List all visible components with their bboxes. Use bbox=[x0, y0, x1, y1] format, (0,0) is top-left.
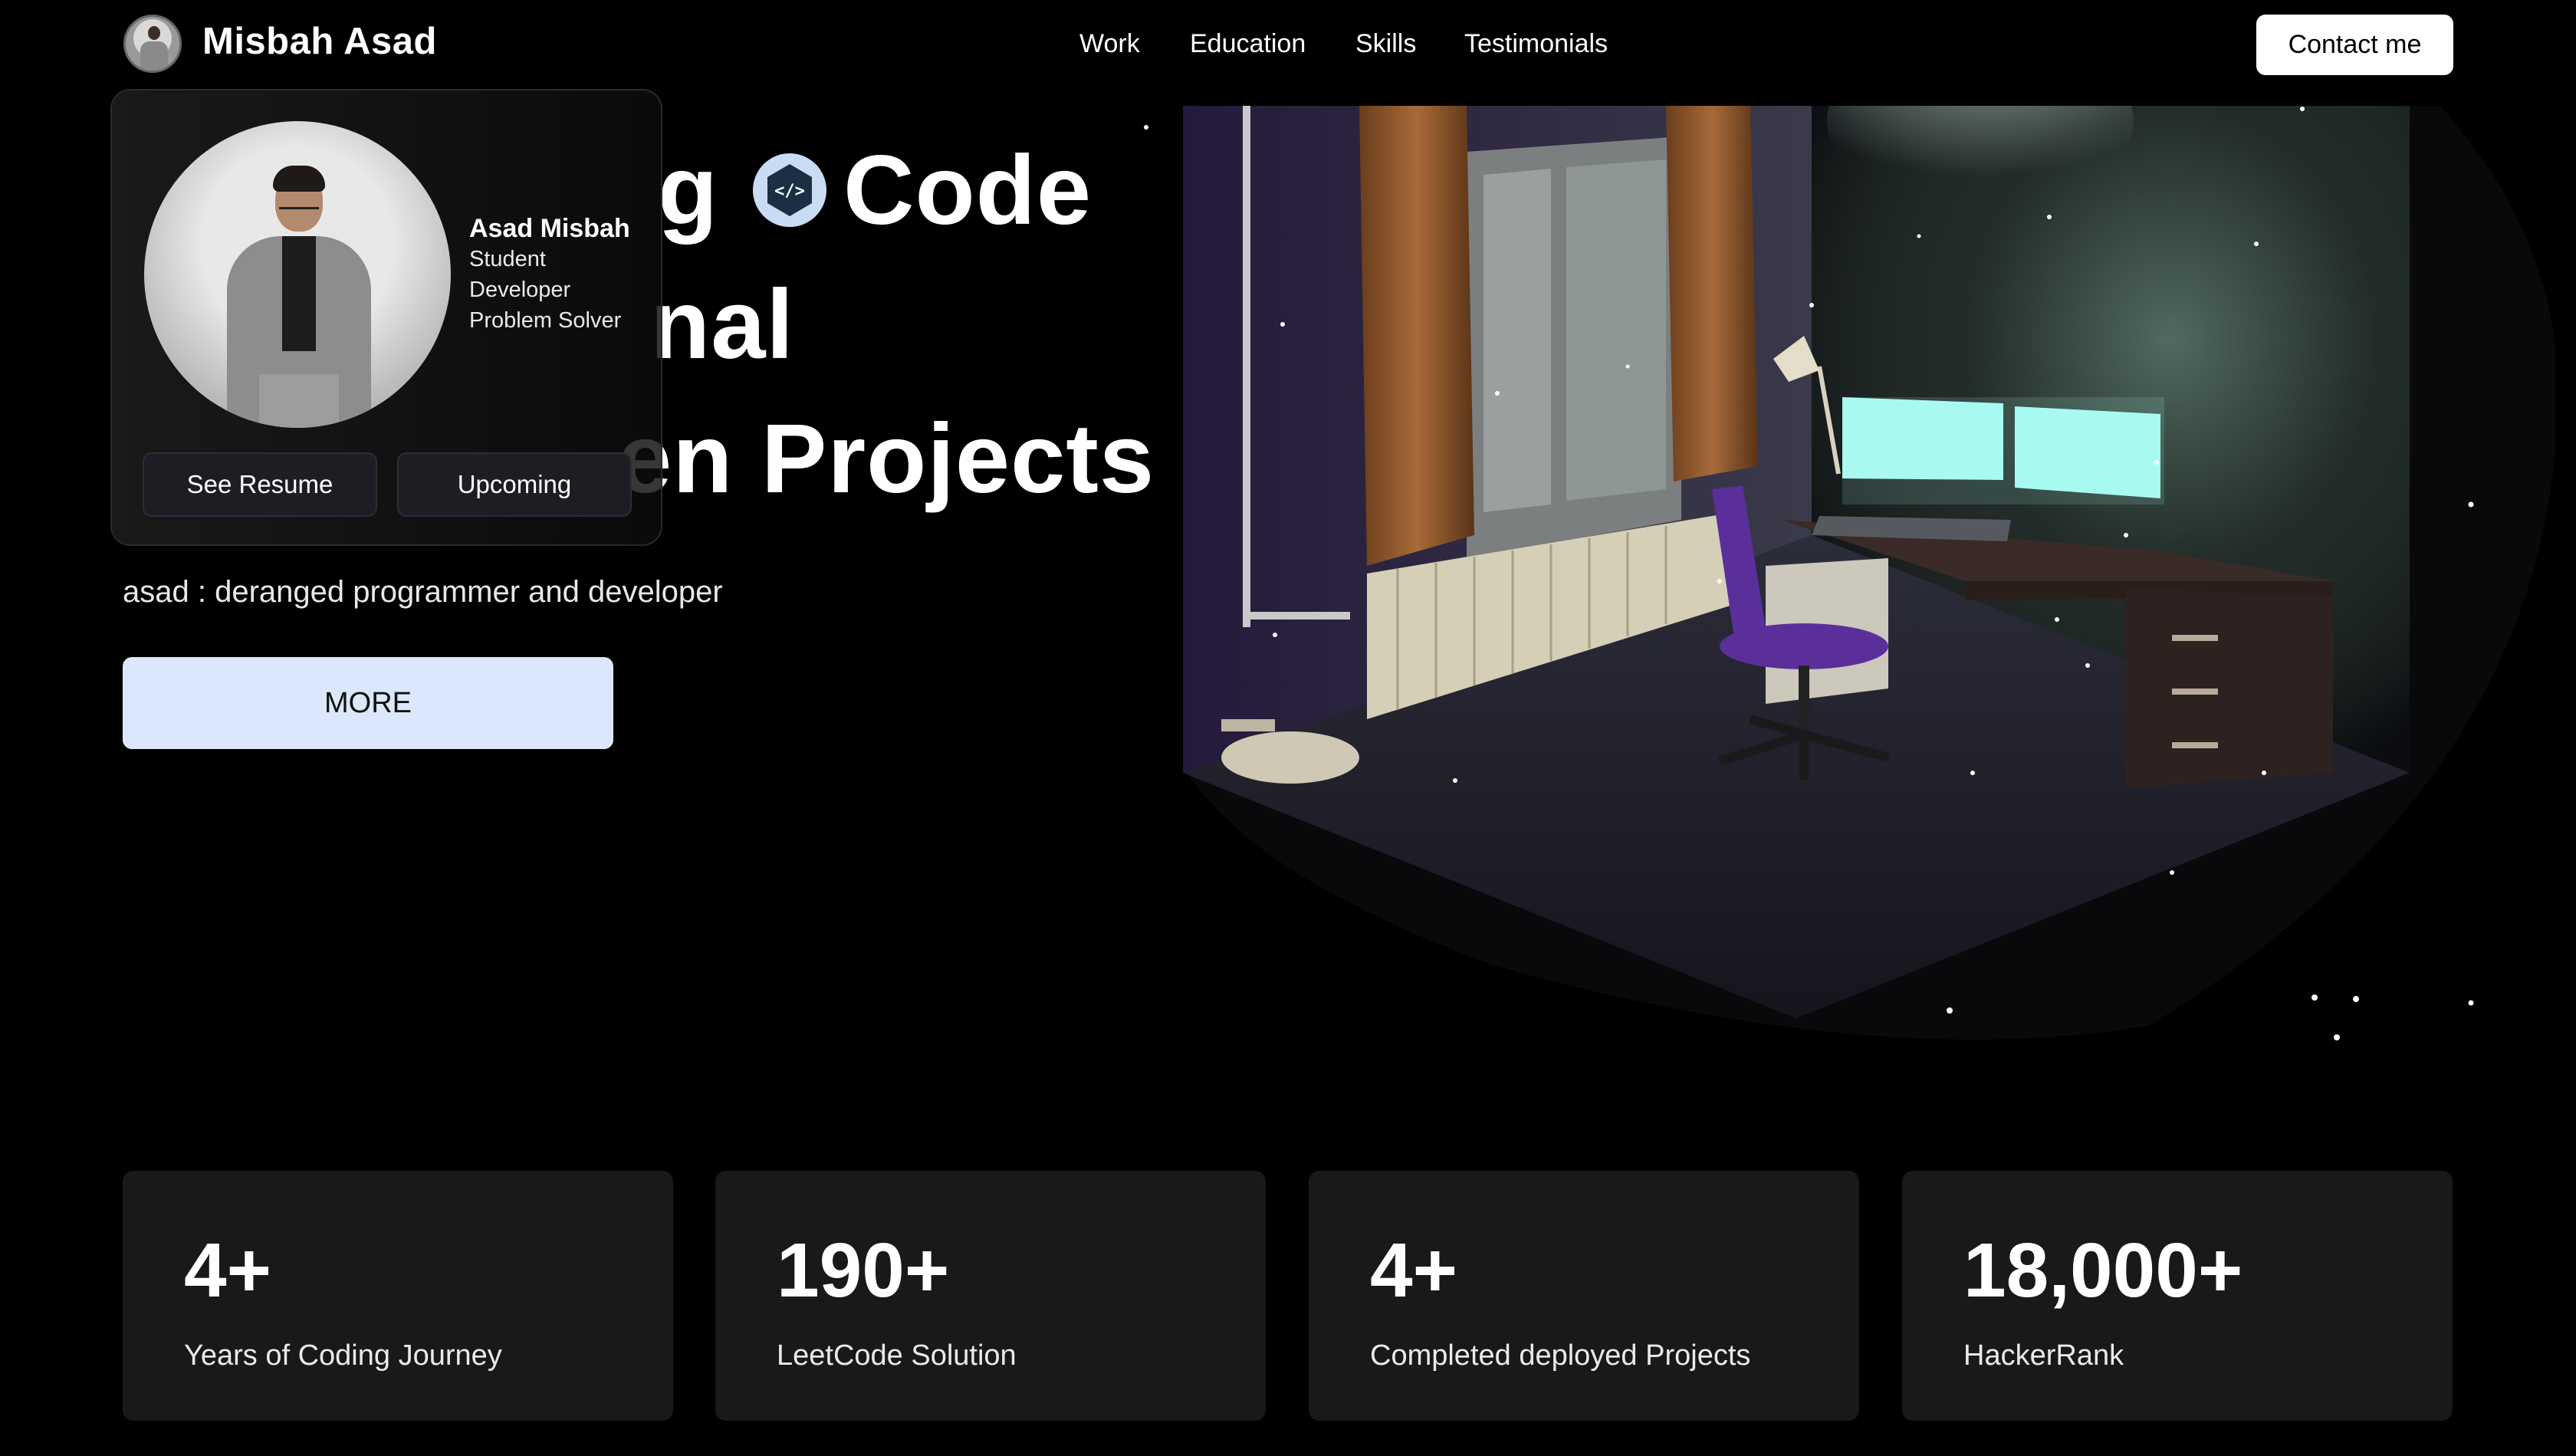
stat-value: 4+ bbox=[184, 1228, 272, 1313]
profile-role-student: Student bbox=[469, 247, 546, 271]
profile-name: Asad Misbah bbox=[469, 214, 630, 243]
brand-name[interactable]: Misbah Asad bbox=[202, 23, 437, 61]
profile-hover-card: Asad Misbah Student Developer Problem So… bbox=[110, 89, 662, 546]
stat-value: 190+ bbox=[777, 1228, 950, 1313]
svg-text:</>: </> bbox=[774, 182, 805, 201]
hero-tagline: asad : deranged programmer and developer bbox=[123, 575, 723, 609]
stat-label: HackerRank bbox=[1963, 1339, 2124, 1372]
hero-line-1-code: Code bbox=[843, 136, 1092, 245]
upcoming-button[interactable]: Upcoming bbox=[397, 452, 632, 517]
stat-label: Completed deployed Projects bbox=[1370, 1339, 1751, 1372]
nav-link-testimonials[interactable]: Testimonials bbox=[1464, 31, 1608, 57]
top-navigation: Misbah Asad Work Education Skills Testim… bbox=[0, 0, 2576, 90]
hero-line-1-fragment: g bbox=[658, 136, 719, 245]
brand-avatar[interactable] bbox=[123, 15, 182, 73]
nav-link-skills[interactable]: Skills bbox=[1355, 31, 1416, 57]
more-button[interactable]: MORE bbox=[123, 657, 613, 749]
stat-card-projects: 4+ Completed deployed Projects bbox=[1309, 1171, 1859, 1421]
see-resume-button[interactable]: See Resume bbox=[143, 452, 377, 517]
profile-role-developer: Developer bbox=[469, 278, 571, 302]
contact-me-button[interactable]: Contact me bbox=[2256, 15, 2453, 75]
code-icon: </> bbox=[753, 153, 826, 227]
profile-photo bbox=[144, 121, 451, 428]
stat-card-hackerrank: 18,000+ HackerRank bbox=[1902, 1171, 2453, 1421]
hero-line-3-fragment: en Projects bbox=[617, 404, 1155, 514]
stat-value: 18,000+ bbox=[1963, 1228, 2243, 1313]
stat-label: LeetCode Solution bbox=[777, 1339, 1017, 1372]
nav-link-education[interactable]: Education bbox=[1190, 31, 1306, 57]
star-dot bbox=[1144, 125, 1148, 130]
nav-link-work[interactable]: Work bbox=[1079, 31, 1140, 57]
stat-card-years: 4+ Years of Coding Journey bbox=[123, 1171, 673, 1421]
hero-line-2-fragment: nal bbox=[650, 270, 794, 380]
stat-card-leetcode: 190+ LeetCode Solution bbox=[715, 1171, 1266, 1421]
stat-value: 4+ bbox=[1370, 1228, 1458, 1313]
isometric-room-illustration bbox=[1183, 106, 2555, 1040]
profile-role-problem-solver: Problem Solver bbox=[469, 308, 622, 333]
stat-label: Years of Coding Journey bbox=[184, 1339, 502, 1372]
